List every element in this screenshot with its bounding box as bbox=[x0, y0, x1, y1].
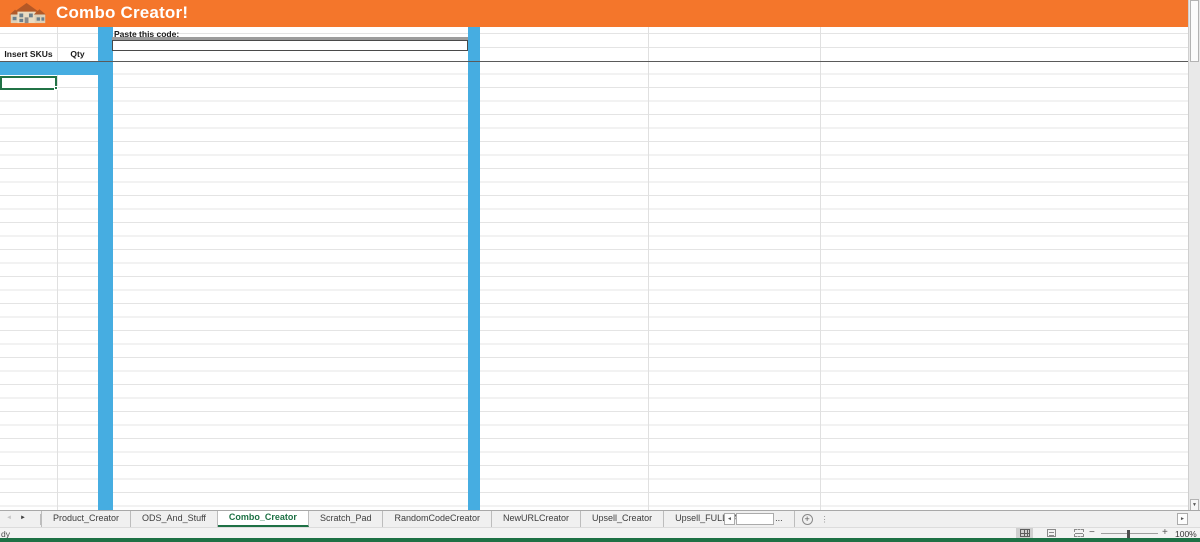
zoom-out-icon[interactable]: − bbox=[1089, 528, 1095, 538]
header-row-underline bbox=[0, 60, 1188, 62]
tab-nav-left-icon[interactable]: ◄ bbox=[2, 511, 16, 527]
page-break-view-button[interactable] bbox=[1070, 528, 1087, 538]
normal-view-icon bbox=[1019, 529, 1030, 537]
scroll-right-icon[interactable]: ► bbox=[1177, 513, 1188, 525]
paste-code-input[interactable] bbox=[112, 40, 468, 51]
view-shortcuts bbox=[1016, 528, 1087, 538]
excel-window: Combo Creator! Insert SKUs Qty Paste thi… bbox=[0, 0, 1200, 542]
house-icon bbox=[9, 2, 46, 24]
page-title: Combo Creator! bbox=[56, 3, 189, 22]
zoom-slider-thumb[interactable] bbox=[1127, 529, 1130, 538]
sheet-tab-newurlcreator[interactable]: NewURLCreator bbox=[492, 511, 582, 527]
spreadsheet-grid: Insert SKUs Qty Paste this code: bbox=[0, 27, 1188, 510]
scroll-left-icon[interactable]: ◄ bbox=[724, 513, 735, 525]
page-break-view-icon bbox=[1073, 529, 1084, 537]
sheet-tab-bar: ◄ ► Product_Creator ODS_And_Stuff Combo_… bbox=[0, 510, 1200, 527]
sheet-tab-product-creator[interactable]: Product_Creator bbox=[41, 511, 132, 527]
new-sheet-icon[interactable]: + bbox=[801, 513, 813, 525]
sheet-banner: Combo Creator! bbox=[0, 0, 1188, 27]
sheet-tab-ods-and-stuff[interactable]: ODS_And_Stuff bbox=[131, 511, 218, 527]
page-layout-view-icon bbox=[1047, 529, 1056, 537]
sheet-tab-combo-creator[interactable]: Combo_Creator bbox=[217, 511, 309, 527]
sheet-tab-randomcodecreator[interactable]: RandomCodeCreator bbox=[383, 511, 493, 527]
window-bottom-edge bbox=[0, 538, 1200, 542]
horizontal-scrollbar-thumb[interactable] bbox=[736, 513, 774, 525]
more-tabs-icon: ⋮ bbox=[820, 514, 829, 524]
column-header-insert-skus: Insert SKUs bbox=[4, 49, 53, 59]
status-bar: dy − + 100% bbox=[0, 527, 1200, 539]
fill-handle[interactable] bbox=[53, 86, 58, 90]
sheet-tab-scratch-pad[interactable]: Scratch_Pad bbox=[309, 511, 384, 527]
blue-highlight-row bbox=[0, 62, 113, 75]
gridline-vertical bbox=[820, 27, 821, 510]
normal-view-button[interactable] bbox=[1016, 528, 1033, 538]
vertical-scrollbar-thumb[interactable] bbox=[1190, 0, 1199, 62]
active-cell[interactable] bbox=[0, 75, 58, 90]
gridline-vertical bbox=[57, 27, 58, 510]
sheet-tab-upsell-creator[interactable]: Upsell_Creator bbox=[581, 511, 665, 527]
zoom-in-icon[interactable]: + bbox=[1162, 528, 1168, 538]
page-layout-view-button[interactable] bbox=[1043, 528, 1060, 538]
blue-highlight-column-right bbox=[468, 27, 480, 510]
column-header-qty: Qty bbox=[70, 49, 85, 59]
vertical-scrollbar[interactable] bbox=[1188, 0, 1200, 512]
blue-highlight-column-left bbox=[98, 27, 113, 510]
grid-rows bbox=[0, 61, 1188, 510]
gridline-vertical bbox=[648, 27, 649, 510]
tab-nav-right-icon[interactable]: ► bbox=[16, 511, 30, 527]
